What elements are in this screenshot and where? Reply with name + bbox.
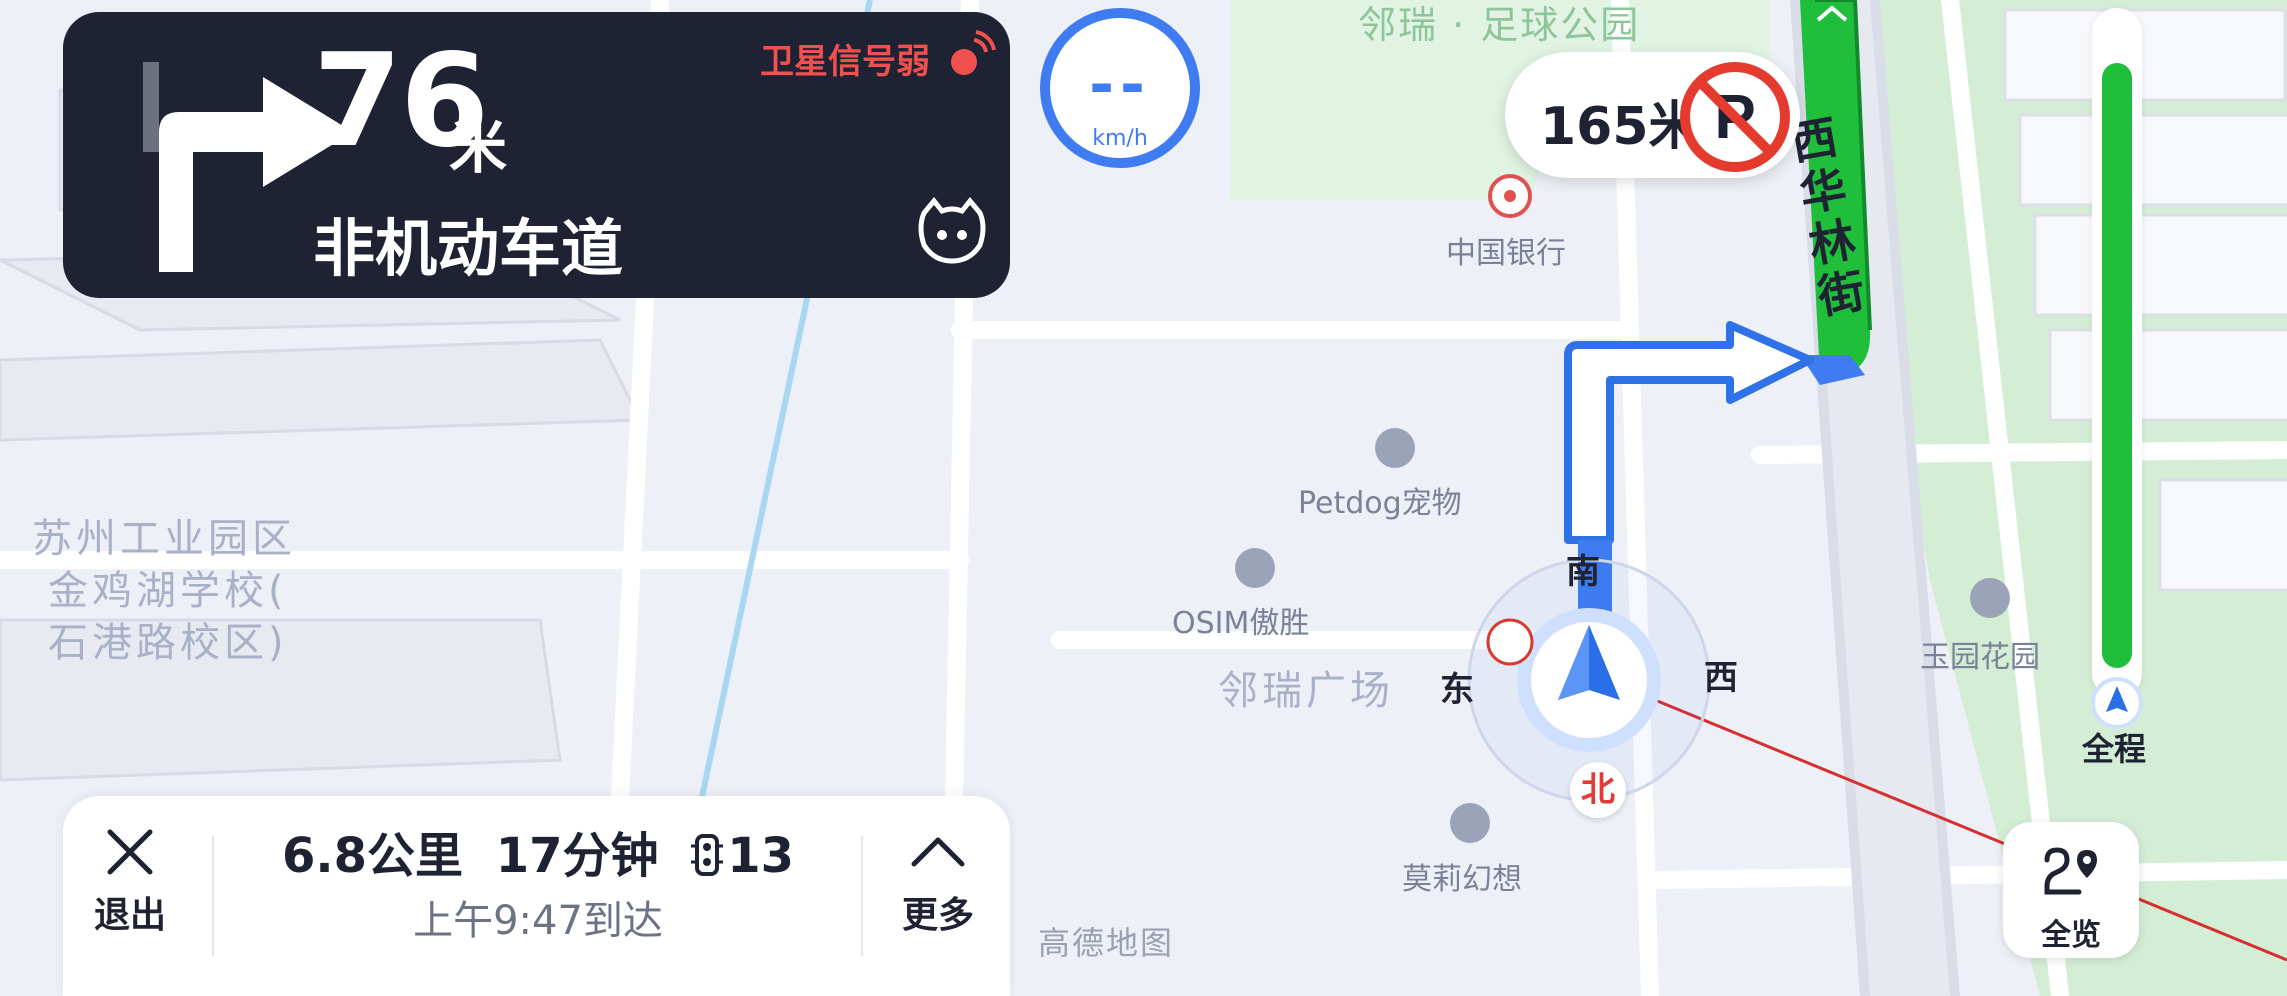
speed-unit: km/h (1092, 126, 1148, 151)
progress-label: 全程 (2082, 730, 2147, 768)
school-label-line1: 苏州工业园区 (32, 516, 296, 562)
overview-button[interactable]: 全览 (2003, 822, 2139, 958)
compass-north[interactable]: 北 (1570, 762, 1626, 818)
restriction-distance: 165米 (1540, 97, 1701, 157)
park-label: 邻瑞 · 足球公园 (1358, 3, 1641, 47)
route-remaining-fill (2102, 63, 2132, 668)
close-icon (107, 829, 153, 875)
traffic-light-count: 13 (727, 828, 795, 884)
current-position-icon (2091, 677, 2143, 729)
divider (212, 836, 214, 956)
school-label-line2: 金鸡湖学校( (48, 568, 288, 614)
poi-bank[interactable]: 中国银行 (1446, 228, 1566, 272)
route-progress-bar (2091, 8, 2143, 729)
poi-moli[interactable]: 莫莉幻想 (1402, 854, 1522, 898)
trip-stats: 6.8公里 17分钟 13 (215, 816, 861, 886)
remaining-time: 17分钟 (495, 828, 659, 884)
more-button[interactable]: 更多 (883, 826, 993, 938)
speed-indicator: -- km/h (1040, 8, 1200, 168)
compass-east: 东 (1440, 670, 1474, 710)
no-parking-icon: P (1680, 62, 1790, 172)
map-watermark: 高德地图 (1038, 924, 1175, 962)
restriction-bubble[interactable]: 165米 P (1505, 52, 1800, 178)
trip-summary-card: 退出 6.8公里 17分钟 13 上午9:47到达 更多 (63, 796, 1010, 996)
overview-label: 全览 (2041, 918, 2101, 953)
arrival-time: 上午9:47到达 (413, 898, 663, 944)
satellite-signal-icon (951, 30, 996, 75)
route-overview-icon (2044, 847, 2097, 895)
voice-assistant-icon[interactable] (916, 197, 988, 265)
exit-button[interactable]: 退出 (85, 826, 175, 938)
turn-guidance-card[interactable]: 76 米 非机动车道 卫星信号弱 (63, 12, 1010, 298)
turn-distance-unit: 米 (449, 113, 508, 181)
next-road-name: 非机动车道 (313, 212, 624, 285)
gps-status-text: 卫星信号弱 (760, 42, 930, 82)
exit-label: 退出 (93, 895, 166, 936)
speed-value: -- (1089, 50, 1151, 120)
remaining-distance: 6.8公里 (281, 828, 463, 884)
poi-petdog[interactable]: Petdog宠物 (1298, 478, 1462, 522)
divider (861, 836, 863, 956)
compass-south: 南 (1566, 552, 1600, 592)
area-label-plaza: 邻瑞广场 (1218, 668, 1394, 714)
poi-garden[interactable]: 玉园花园 (1920, 632, 2040, 676)
compass-west: 西 (1704, 658, 1738, 698)
more-label: 更多 (901, 895, 974, 936)
traffic-light-icon (691, 834, 724, 876)
poi-osim[interactable]: OSIM傲胜 (1172, 598, 1309, 642)
chevron-up-icon (911, 837, 965, 867)
school-label-line3: 石港路校区) (48, 620, 288, 666)
